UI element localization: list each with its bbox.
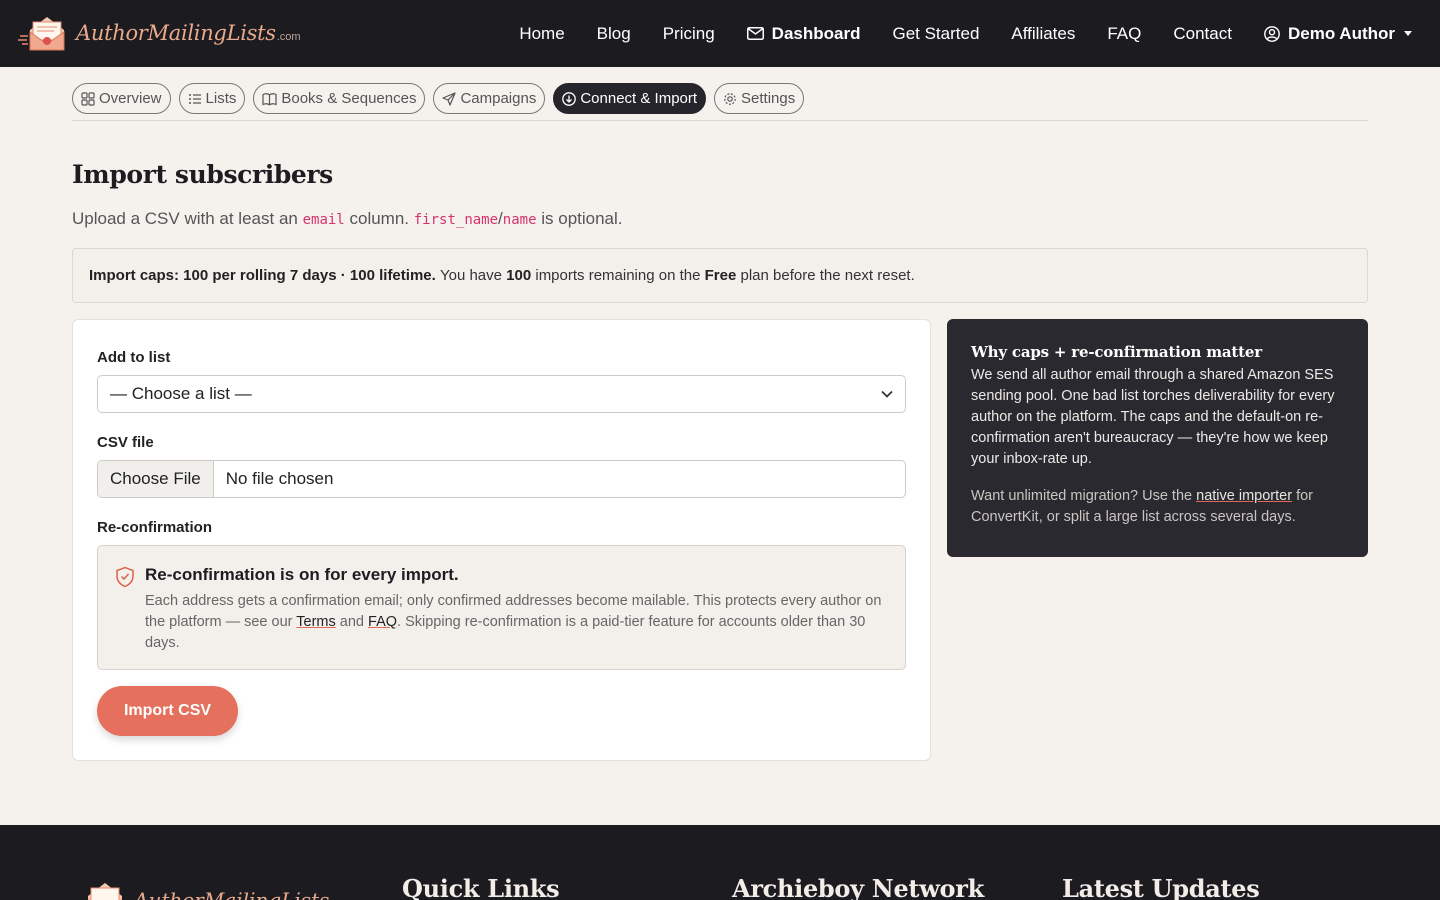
caps-plan: Free — [704, 267, 737, 284]
tab-settings-label: Settings — [741, 90, 796, 107]
reconfirmation-title: Re-confirmation is on for every import. — [145, 565, 459, 584]
chevron-down-icon — [881, 390, 893, 398]
reconf-and: and — [339, 614, 364, 630]
nav-dashboard[interactable]: Dashboard — [746, 23, 861, 44]
nav-contact[interactable]: Contact — [1173, 24, 1232, 44]
page-title: Import subscribers — [72, 160, 333, 189]
brand-logo[interactable]: AuthorMailingLists .com — [16, 12, 301, 54]
reconfirmation-notice: Re-confirmation is on for every import. … — [97, 545, 906, 670]
tab-overview[interactable]: Overview — [72, 83, 171, 114]
list-icon — [188, 93, 201, 104]
nav-links: Home Blog Pricing Dashboard Get Started … — [487, 0, 1412, 67]
csv-label: CSV file — [97, 434, 154, 451]
footer-network-heading: Archieboy Network — [732, 874, 984, 900]
tab-campaigns[interactable]: Campaigns — [433, 83, 546, 114]
caps-remaining: 100 — [506, 267, 532, 284]
caps-text-1: You have — [439, 267, 502, 284]
import-caps-notice: Import caps: 100 per rolling 7 days · 10… — [72, 248, 1368, 303]
lead-code-name: name — [502, 212, 537, 228]
nav-blog[interactable]: Blog — [597, 24, 631, 44]
csv-file-input[interactable]: Choose File No file chosen — [97, 460, 906, 498]
brand-suffix: .com — [276, 31, 301, 43]
nav-faq[interactable]: FAQ — [1107, 24, 1141, 44]
tab-settings[interactable]: Settings — [714, 83, 805, 114]
envelope-icon — [746, 27, 764, 40]
nav-home[interactable]: Home — [519, 24, 564, 44]
page-lead: Upload a CSV with at least an email colu… — [72, 209, 623, 229]
download-circle-icon — [562, 91, 577, 106]
nav-dashboard-label: Dashboard — [771, 23, 861, 43]
top-navbar: AuthorMailingLists .com Home Blog Pricing… — [0, 0, 1440, 67]
choose-file-button[interactable]: Choose File — [98, 461, 214, 497]
import-csv-button[interactable]: Import CSV — [97, 686, 238, 736]
list-select[interactable]: — Choose a list — — [97, 375, 906, 413]
lead-text-3: is optional. — [541, 209, 623, 228]
migration-paragraph: Want unlimited migration? Use the native… — [971, 486, 1344, 528]
tab-books-sequences[interactable]: Books & Sequences — [253, 83, 426, 114]
tab-connect-import[interactable]: Connect & Import — [553, 83, 707, 114]
migration-text-1: Want unlimited migration? Use the — [971, 488, 1193, 504]
reconfirmation-label: Re-confirmation — [97, 519, 213, 536]
terms-link[interactable]: Terms — [296, 614, 335, 630]
book-icon — [262, 92, 277, 106]
lead-text-2: column. — [349, 209, 410, 228]
lead-code-email: email — [302, 212, 345, 228]
nav-pricing[interactable]: Pricing — [663, 24, 715, 44]
send-icon — [442, 91, 457, 106]
footer: AuthorMailingLists Quick Links Archieboy… — [0, 825, 1440, 900]
dashboard-tabs: Overview Lists Books & Sequences Campaig… — [72, 83, 1368, 121]
file-status: No file chosen — [225, 469, 334, 488]
gear-icon — [724, 92, 736, 105]
why-caps-paragraph: We send all author email through a share… — [971, 367, 1335, 467]
why-caps-panel: Why caps + re-confirmation matter We sen… — [947, 319, 1368, 557]
user-circle-icon — [1264, 25, 1280, 42]
lead-code-first-name: first_name — [413, 212, 499, 228]
why-caps-title: Why caps + re-confirmation matter — [971, 343, 1262, 361]
nav-get-started[interactable]: Get Started — [892, 24, 979, 44]
envelope-logo-icon — [18, 17, 65, 51]
footer-updates-heading: Latest Updates — [1062, 874, 1260, 900]
user-menu[interactable]: Demo Author — [1264, 24, 1412, 44]
grid-icon — [81, 91, 95, 106]
tab-overview-label: Overview — [99, 90, 162, 107]
list-label: Add to list — [97, 349, 171, 366]
tab-connect-label: Connect & Import — [580, 90, 698, 107]
list-select-value: — Choose a list — — [110, 384, 252, 403]
reconfirmation-body: Each address gets a confirmation email; … — [145, 591, 895, 654]
caps-text-2: imports remaining on the — [535, 267, 701, 284]
user-name: Demo Author — [1287, 23, 1395, 43]
caps-strong: Import caps: 100 per rolling 7 days · 10… — [89, 267, 436, 284]
chevron-down-icon — [1404, 31, 1412, 36]
faq-link[interactable]: FAQ — [368, 614, 397, 630]
native-importer-link[interactable]: native importer — [1196, 488, 1292, 504]
footer-quick-links-heading: Quick Links — [402, 874, 560, 900]
envelope-logo-icon — [88, 883, 122, 900]
tab-lists-label: Lists — [205, 90, 237, 107]
shield-check-icon — [116, 566, 134, 588]
caps-text-3: plan before the next reset. — [740, 267, 915, 284]
tab-books-label: Books & Sequences — [281, 90, 417, 107]
nav-affiliates[interactable]: Affiliates — [1011, 24, 1075, 44]
tab-lists[interactable]: Lists — [178, 83, 246, 114]
tab-campaigns-label: Campaigns — [460, 90, 537, 107]
lead-text-1: Upload a CSV with at least an — [72, 209, 298, 228]
brand-name: AuthorMailingLists — [76, 21, 276, 45]
footer-brand[interactable]: AuthorMailingLists — [74, 878, 329, 900]
import-form-card: Add to list — Choose a list — CSV file C… — [72, 319, 931, 761]
footer-brand-name: AuthorMailingLists — [134, 888, 330, 900]
